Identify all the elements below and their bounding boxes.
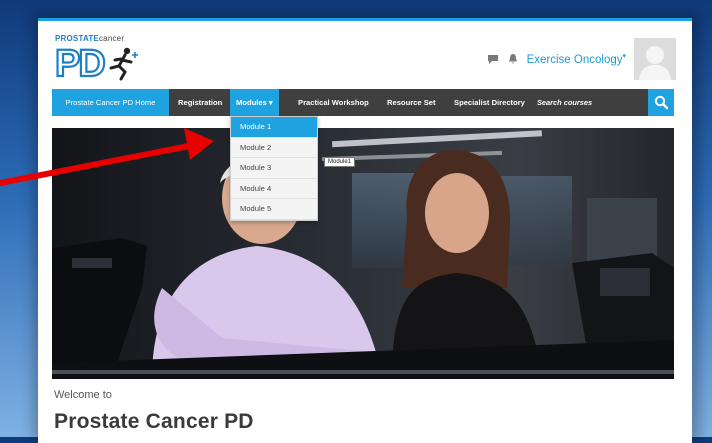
bell-icon[interactable] [507,53,519,65]
hero-image [52,128,674,379]
chat-icon[interactable] [487,53,499,65]
nav-registration[interactable]: Registration [178,89,222,116]
top-accent-line [38,18,692,21]
site-page: PROSTATEcancer PD Exercise Oncology▾ Pro… [38,18,692,443]
nav-practical-workshop[interactable]: Practical Workshop [298,89,369,116]
search-icon [654,95,669,110]
search-input[interactable]: Search courses [537,89,592,116]
modules-dropdown: Module 1 Module 2 Module 3 Module 4 Modu… [230,116,318,221]
user-avatar[interactable] [634,38,676,80]
site-logo[interactable]: PROSTATEcancer PD [55,34,165,86]
welcome-text: Welcome to [54,389,112,401]
tooltip: Module1 [324,157,356,167]
dropdown-item-module-2[interactable]: Module 2 [231,137,317,159]
search-button[interactable] [648,89,674,116]
gym-photo [52,128,674,379]
nav-resource-set[interactable]: Resource Set [387,89,436,116]
user-area: Exercise Oncology▾ [487,34,676,84]
user-name: Exercise Oncology [526,53,623,66]
nav-home[interactable]: Prostate Cancer PD Home [52,89,169,116]
dropdown-item-module-5[interactable]: Module 5 [231,199,317,220]
nav-modules[interactable]: Modules ▾ [230,89,279,116]
nav-specialist-directory[interactable]: Specialist Directory [454,89,525,116]
page-title: Prostate Cancer PD [54,410,254,433]
chevron-down-icon: ▾ [622,53,626,61]
main-navbar: Prostate Cancer PD Home Registration Mod… [52,89,674,116]
dropdown-item-module-3[interactable]: Module 3 [231,158,317,179]
dropdown-item-module-4[interactable]: Module 4 [231,178,317,200]
logo-letters: PD [55,43,104,82]
logo-pd-mark: PD [55,42,138,82]
user-avatar-icon [634,38,676,80]
user-menu-toggle[interactable]: Exercise Oncology▾ [527,52,626,66]
dropdown-item-module-1[interactable]: Module 1 [231,117,317,138]
